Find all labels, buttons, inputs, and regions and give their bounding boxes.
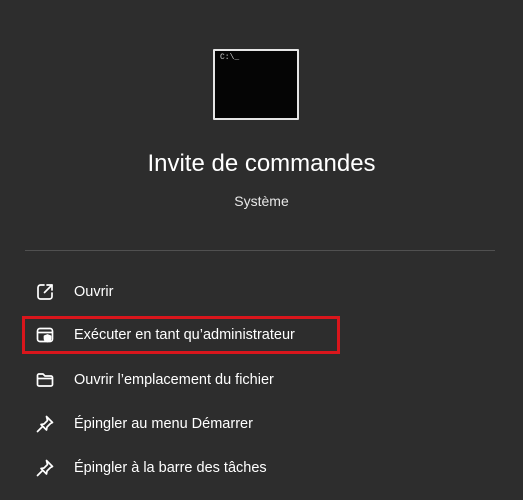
pin-icon (34, 413, 56, 435)
app-subtitle: Système (234, 193, 289, 209)
context-panel: C:\_ Invite de commandes Système Ouvrir (0, 0, 523, 500)
menu-item-pin-taskbar[interactable]: Épingler à la barre des tâches (22, 446, 502, 490)
folder-icon (34, 369, 56, 391)
divider (25, 250, 495, 251)
shield-admin-icon (34, 324, 56, 346)
menu-item-label: Exécuter en tant qu’administrateur (74, 327, 295, 343)
menu-item-label: Ouvrir (74, 284, 114, 300)
menu-item-label: Épingler à la barre des tâches (74, 460, 267, 476)
pin-icon (34, 457, 56, 479)
app-title: Invite de commandes (147, 150, 376, 177)
menu-item-label: Épingler au menu Démarrer (74, 416, 253, 432)
open-external-icon (34, 281, 56, 303)
menu-item-pin-start[interactable]: Épingler au menu Démarrer (22, 402, 502, 446)
menu-item-open[interactable]: Ouvrir (22, 270, 502, 314)
action-menu: Ouvrir Exécuter en tant qu’administrateu… (22, 270, 502, 490)
command-prompt-icon: C:\_ (213, 49, 299, 120)
prompt-glyph: C:\_ (220, 53, 240, 62)
menu-item-open-file-location[interactable]: Ouvrir l’emplacement du fichier (22, 358, 502, 402)
menu-item-run-as-admin[interactable]: Exécuter en tant qu’administrateur (22, 316, 340, 354)
menu-item-label: Ouvrir l’emplacement du fichier (74, 372, 274, 388)
